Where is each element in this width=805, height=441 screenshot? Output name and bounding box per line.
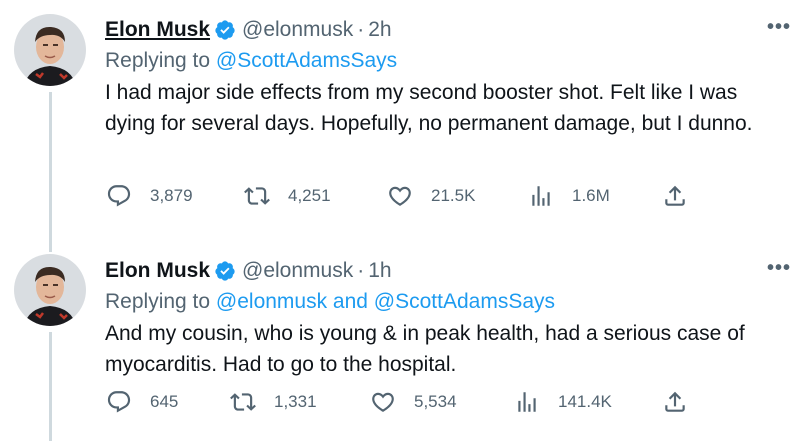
- reply-count: 645: [150, 392, 179, 411]
- more-options-icon[interactable]: •••: [767, 17, 791, 37]
- retweet-count: 1,331: [274, 392, 317, 411]
- avatar[interactable]: [14, 14, 86, 86]
- reply-to-link[interactable]: @ScottAdamsSays: [216, 49, 397, 72]
- like-button[interactable]: 5,534: [370, 389, 457, 415]
- tweet-header: Elon Musk @elonmusk · 1h: [105, 257, 791, 285]
- retweet-count: 4,251: [288, 186, 331, 205]
- view-count: 141.4K: [558, 392, 612, 411]
- separator-dot: ·: [357, 18, 365, 41]
- reply-icon: [107, 391, 131, 413]
- tweet-1[interactable]: Elon Musk @elonmusk · 2h ••• Replying to…: [0, 0, 805, 240]
- heart-icon: [389, 186, 411, 206]
- tweet-header: Elon Musk @elonmusk · 2h: [105, 16, 791, 44]
- retweet-icon: [230, 393, 256, 411]
- like-count: 21.5K: [431, 186, 476, 205]
- retweet-button[interactable]: 1,331: [230, 389, 317, 415]
- timestamp[interactable]: 2h: [368, 18, 391, 42]
- share-button[interactable]: [662, 183, 688, 209]
- like-count: 5,534: [414, 392, 457, 411]
- view-count: 1.6M: [572, 186, 610, 205]
- reply-count: 3,879: [150, 186, 193, 205]
- like-button[interactable]: 21.5K: [387, 183, 475, 209]
- views-chart-icon: [532, 186, 550, 206]
- heart-icon: [372, 392, 394, 412]
- avatar[interactable]: [14, 254, 86, 326]
- author-handle[interactable]: @elonmusk: [242, 18, 353, 42]
- timestamp[interactable]: 1h: [368, 259, 391, 283]
- replying-to-label: Replying to: [105, 49, 211, 72]
- more-options-icon[interactable]: •••: [767, 258, 791, 278]
- verified-badge-icon: [214, 19, 236, 41]
- share-icon: [665, 185, 685, 206]
- reply-to-link[interactable]: @elonmusk and @ScottAdamsSays: [216, 290, 555, 313]
- retweet-icon: [244, 187, 270, 205]
- tweet-text: And my cousin, who is young & in peak he…: [105, 322, 745, 376]
- verified-badge-icon: [214, 260, 236, 282]
- author-name[interactable]: Elon Musk: [105, 18, 210, 42]
- separator-dot: ·: [357, 259, 365, 282]
- tweet-2[interactable]: Elon Musk @elonmusk · 1h ••• Replying to…: [0, 240, 805, 441]
- reply-button[interactable]: 645: [106, 389, 178, 415]
- reply-icon: [107, 185, 131, 207]
- retweet-button[interactable]: 4,251: [244, 183, 331, 209]
- views-button[interactable]: 1.6M: [528, 183, 610, 209]
- reply-button[interactable]: 3,879: [106, 183, 193, 209]
- author-name[interactable]: Elon Musk: [105, 259, 210, 283]
- tweet-text: I had major side effects from my second …: [105, 81, 753, 135]
- share-icon: [665, 391, 685, 412]
- share-button[interactable]: [662, 389, 688, 415]
- reply-context: Replying to @ScottAdamsSays: [105, 49, 791, 73]
- views-button[interactable]: 141.4K: [514, 389, 612, 415]
- views-chart-icon: [518, 392, 536, 412]
- reply-context: Replying to @elonmusk and @ScottAdamsSay…: [105, 290, 791, 314]
- author-handle[interactable]: @elonmusk: [242, 259, 353, 283]
- replying-to-label: Replying to: [105, 290, 211, 313]
